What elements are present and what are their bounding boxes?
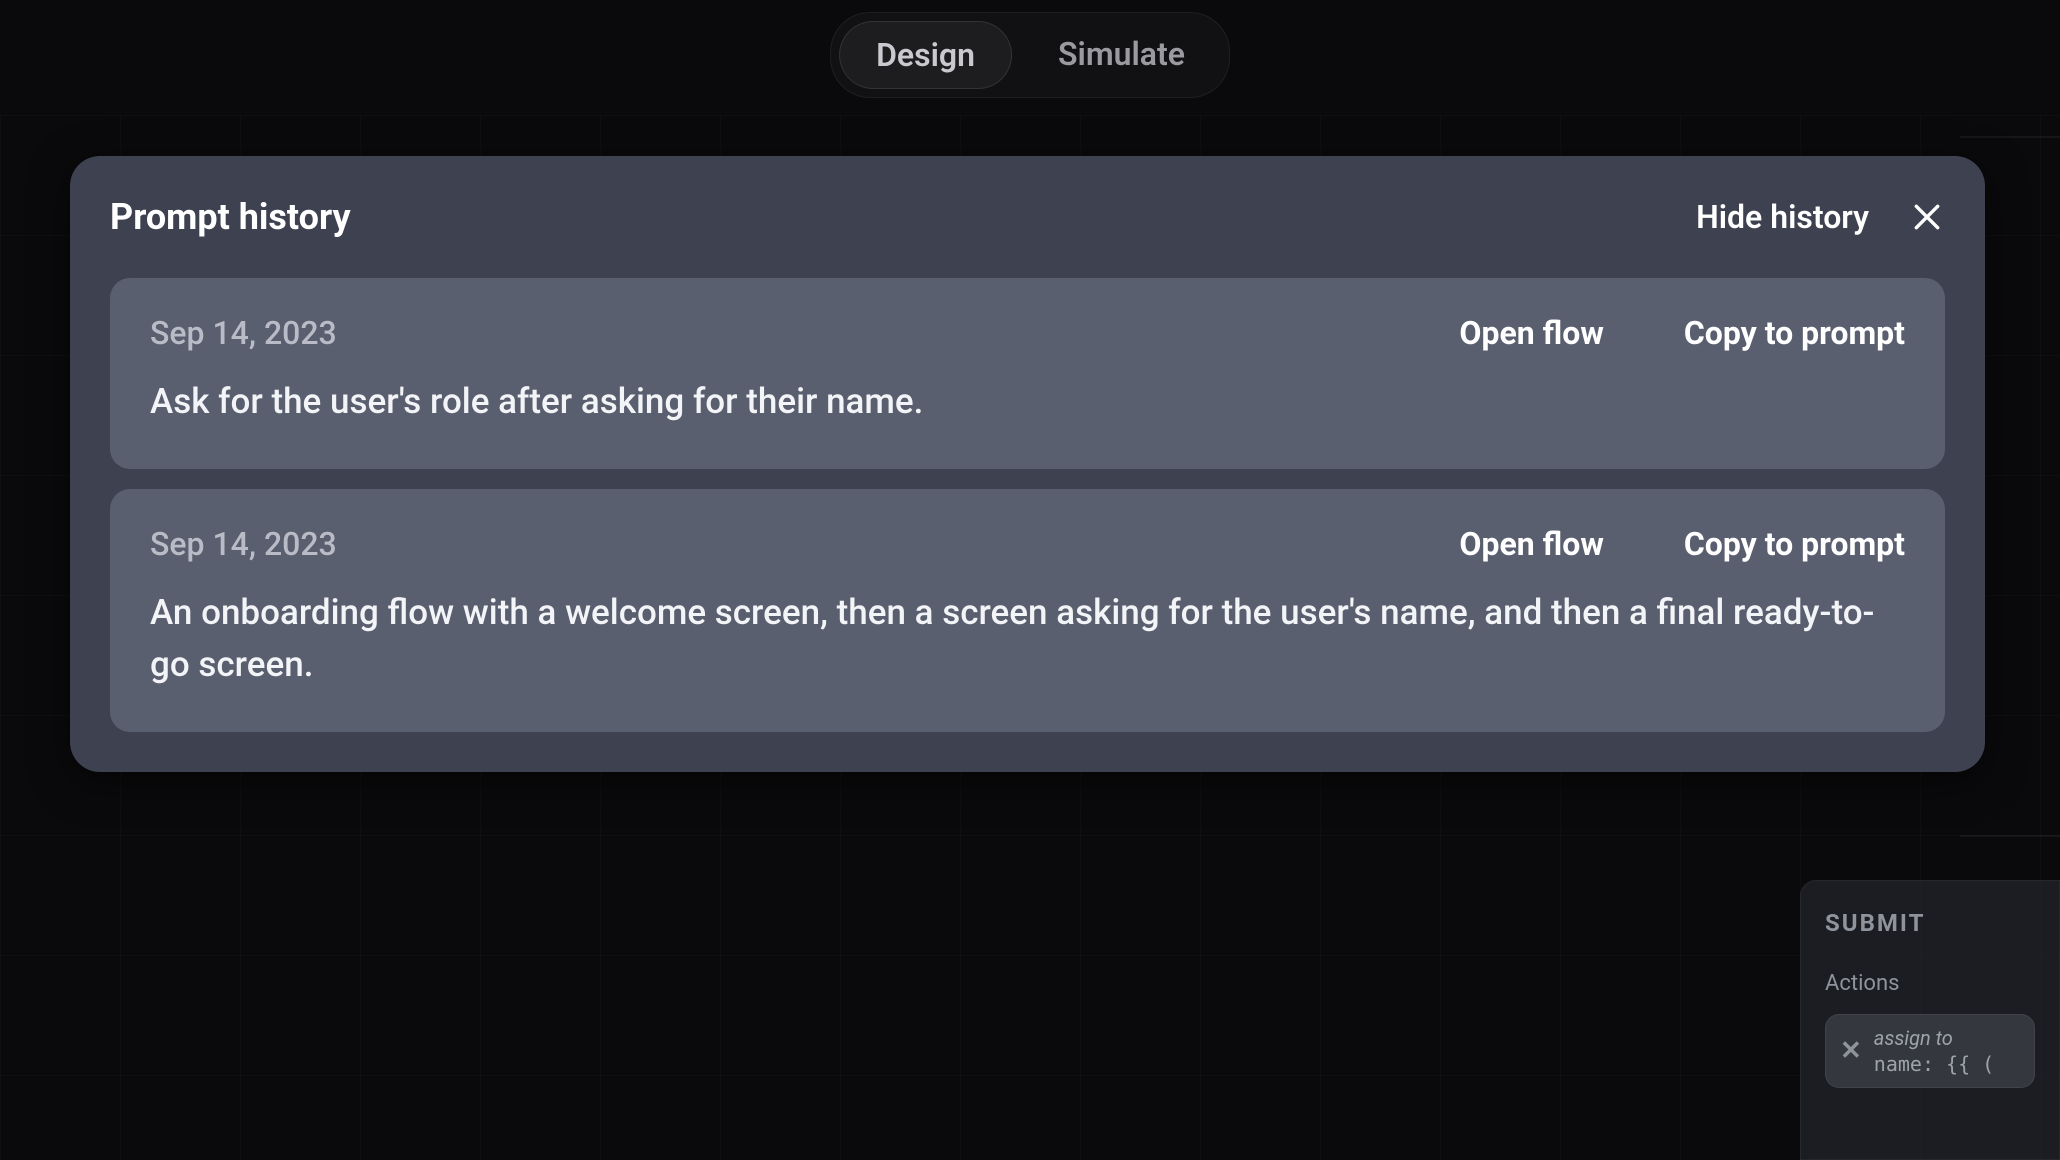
history-date: Sep 14, 2023 [150,525,1379,563]
node-panel-title: SUBMIT [1825,909,2035,937]
history-item-header: Sep 14, 2023 Open flow Copy to prompt [150,525,1905,563]
remove-action-icon[interactable]: ✕ [1840,1036,1862,1066]
history-item: Sep 14, 2023 Open flow Copy to prompt As… [110,278,1945,469]
hide-history-button[interactable]: Hide history [1696,198,1869,236]
panel-actions: Hide history [1696,198,1945,236]
tab-simulate[interactable]: Simulate [1022,21,1221,89]
panel-title: Prompt history [110,196,351,238]
history-date: Sep 14, 2023 [150,314,1379,352]
close-button[interactable] [1909,199,1945,235]
prompt-history-panel: Prompt history Hide history Sep 14, 2023… [70,156,1985,772]
open-flow-button[interactable]: Open flow [1459,525,1603,563]
history-item-header: Sep 14, 2023 Open flow Copy to prompt [150,314,1905,352]
history-item: Sep 14, 2023 Open flow Copy to prompt An… [110,489,1945,732]
copy-to-prompt-button[interactable]: Copy to prompt [1684,314,1905,352]
copy-to-prompt-button[interactable]: Copy to prompt [1684,525,1905,563]
close-icon [1911,201,1943,233]
mode-tabs: Design Simulate [830,12,1230,98]
tab-design[interactable]: Design [839,21,1012,89]
panel-header: Prompt history Hide history [110,196,1945,238]
background-divider [1960,136,2060,138]
background-divider [1960,835,2060,837]
history-prompt-text: An onboarding flow with a welcome screen… [150,587,1905,692]
action-text: assign to name: {{ ( [1874,1025,1994,1077]
node-panel-submit: SUBMIT Actions ✕ assign to name: {{ ( [1800,880,2060,1160]
action-row[interactable]: ✕ assign to name: {{ ( [1825,1014,2035,1088]
history-prompt-text: Ask for the user's role after asking for… [150,376,1905,429]
actions-label: Actions [1825,971,2035,996]
open-flow-button[interactable]: Open flow [1459,314,1603,352]
history-list: Sep 14, 2023 Open flow Copy to prompt As… [110,278,1945,732]
